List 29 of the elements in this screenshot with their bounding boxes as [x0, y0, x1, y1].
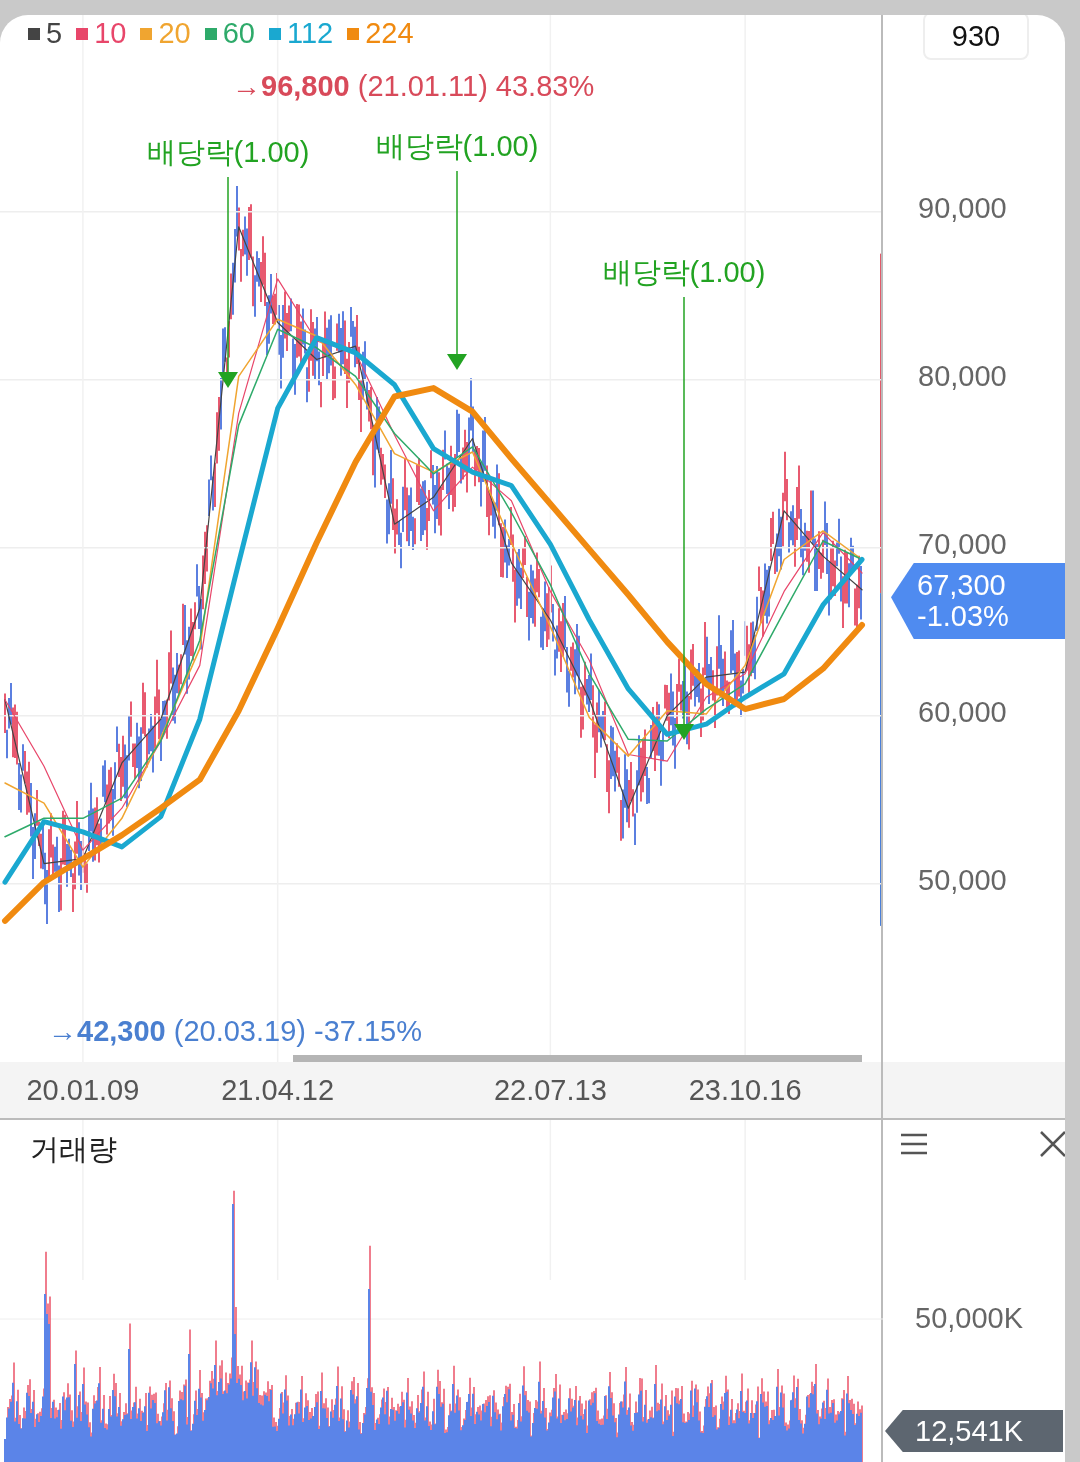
- scrollbar[interactable]: [293, 1055, 862, 1062]
- legend-label: 10: [94, 17, 127, 50]
- legend-label: 112: [286, 17, 334, 50]
- current-volume-tag: 12,541K: [885, 1410, 1063, 1452]
- axis-label: 60,000: [918, 695, 1007, 728]
- zoom-value[interactable]: 930: [923, 15, 1029, 60]
- low-price-label: →42,300 (20.03.19) -37.15%: [48, 1014, 423, 1048]
- menu-icon[interactable]: [899, 1132, 929, 1156]
- axis-label: 90,000: [918, 191, 1007, 224]
- axis-label: 80,000: [918, 359, 1007, 392]
- axis-label: 23.10.16: [687, 1074, 803, 1107]
- axis-label: 50,000: [918, 863, 1007, 896]
- dividend-label: 배당락(1.00): [374, 129, 540, 163]
- close-icon[interactable]: [1039, 1130, 1065, 1158]
- high-price-label: →96,800 (21.01.11) 43.83%: [232, 69, 595, 103]
- axis-label: 20.01.09: [25, 1074, 141, 1107]
- dividend-label: 배당락(1.00): [601, 255, 767, 289]
- axis-label: 50,000K: [915, 1302, 1024, 1335]
- axis-label: 21.04.12: [220, 1074, 336, 1107]
- dividend-label: 배당락(1.00): [145, 135, 311, 169]
- axis-label: 70,000: [918, 527, 1007, 560]
- legend-label: 224: [365, 17, 414, 50]
- legend-label: 5: [46, 17, 63, 50]
- legend-label: 60: [222, 17, 255, 50]
- axis-label: 22.07.13: [492, 1074, 608, 1107]
- legend-label: 20: [158, 17, 191, 50]
- current-price: 67,300: [917, 570, 1007, 602]
- price-change: -1.03%: [917, 601, 1010, 633]
- panel-title: 거래량: [30, 1132, 117, 1167]
